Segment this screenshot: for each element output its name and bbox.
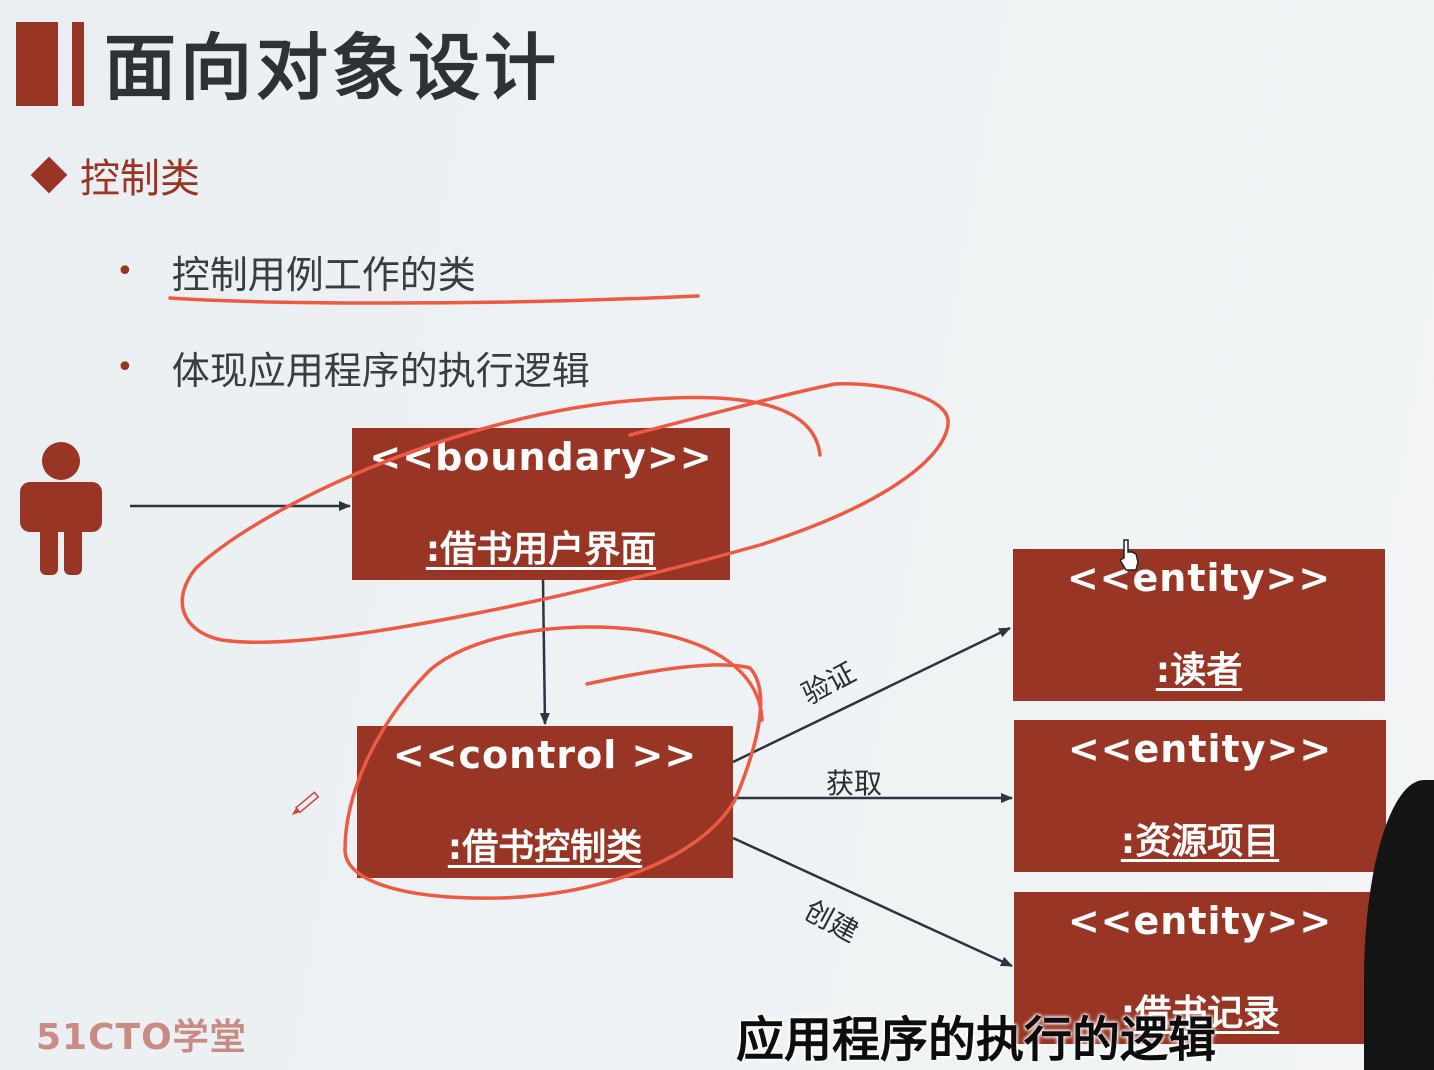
annotation-layer <box>168 294 1139 900</box>
brand-watermark: 51CTO学堂 <box>36 1017 247 1058</box>
underline-annotation <box>168 294 700 305</box>
pen-icon <box>291 791 320 816</box>
video-subtitle: 应用程序的执行的逻辑 <box>736 1012 1217 1068</box>
control-circle-annotation <box>343 625 764 900</box>
boundary-circle-annotation <box>180 382 950 644</box>
cursor-hand-icon <box>1118 539 1139 571</box>
